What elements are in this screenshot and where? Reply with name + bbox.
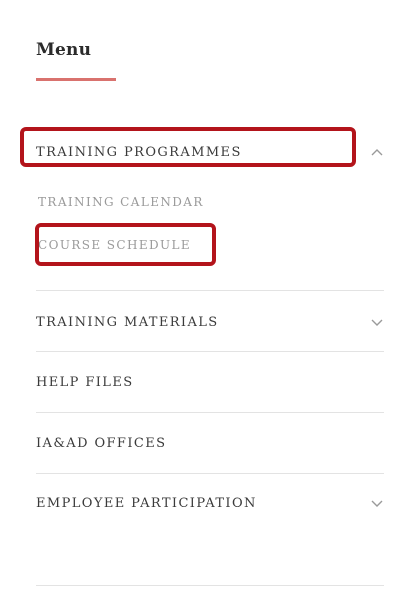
menu-divider: [36, 585, 384, 586]
menu-item-help-files[interactable]: HELP FILES: [36, 373, 384, 393]
menu-divider: [36, 351, 384, 352]
menu-title-underline: [36, 78, 116, 81]
menu-item-employee-participation[interactable]: EMPLOYEE PARTICIPATION: [36, 494, 384, 514]
menu-item-label: EMPLOYEE PARTICIPATION: [36, 496, 257, 511]
menu-item-training-programmes[interactable]: TRAINING PROGRAMMES: [36, 143, 384, 163]
menu-divider: [36, 412, 384, 413]
menu-divider: [36, 473, 384, 474]
menu-divider: [36, 290, 384, 291]
chevron-up-icon[interactable]: [370, 143, 384, 163]
submenu-item-training-calendar[interactable]: TRAINING CALENDAR: [38, 193, 204, 211]
menu-item-label: TRAINING PROGRAMMES: [36, 145, 242, 160]
chevron-down-icon[interactable]: [370, 494, 384, 514]
submenu-item-course-schedule[interactable]: COURSE SCHEDULE: [38, 236, 191, 254]
menu-panel: Menu TRAINING PROGRAMMES TRAINING CALEND…: [0, 0, 401, 608]
menu-item-training-materials[interactable]: TRAINING MATERIALS: [36, 313, 384, 333]
menu-item-label: TRAINING MATERIALS: [36, 315, 219, 330]
menu-item-label: IA&AD OFFICES: [36, 436, 167, 451]
menu-item-label: HELP FILES: [36, 375, 134, 390]
chevron-down-icon[interactable]: [370, 313, 384, 333]
menu-item-iaad-offices[interactable]: IA&AD OFFICES: [36, 434, 384, 454]
menu-title: Menu: [36, 40, 92, 60]
